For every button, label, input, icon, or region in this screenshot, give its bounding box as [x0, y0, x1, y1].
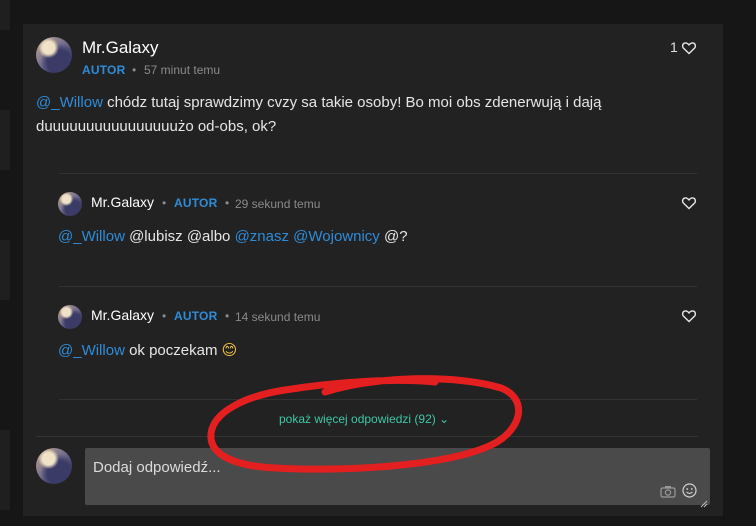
reply-placeholder: Dodaj odpowiedź... — [93, 459, 221, 476]
reply-body: @_Willow ok poczekam 😊 — [58, 338, 237, 363]
post-author-name[interactable]: Mr.Galaxy — [82, 38, 159, 58]
separator-dot: • — [225, 309, 230, 323]
reply-text: @lubisz @albo — [124, 228, 235, 245]
reply-text: ok poczekam — [124, 342, 222, 359]
reply-text: @? — [379, 228, 408, 245]
reply-input[interactable]: Dodaj odpowiedź... — [85, 448, 710, 508]
avatar — [36, 448, 72, 484]
background-panel-edge — [0, 430, 10, 510]
author-badge: AUTOR — [174, 196, 218, 210]
camera-icon[interactable] — [660, 485, 676, 498]
mention-link[interactable]: @_Willow — [58, 228, 125, 245]
reply-author-name[interactable]: Mr.Galaxy — [91, 307, 154, 323]
avatar[interactable] — [58, 192, 82, 216]
like-count: 1 — [670, 39, 678, 55]
resize-handle-icon[interactable] — [700, 495, 708, 508]
comment-card: Mr.Galaxy AUTOR • 57 minut temu 1 @_Will… — [23, 24, 723, 516]
reply-body: @_Willow @lubisz @albo @znasz @Wojownicy… — [58, 225, 408, 249]
background-panel-edge — [0, 110, 10, 170]
reply-timestamp: 14 sekund temu — [235, 310, 321, 324]
divider — [59, 286, 697, 287]
divider — [36, 436, 698, 437]
avatar[interactable] — [58, 305, 82, 329]
separator-dot: • — [225, 196, 230, 210]
mention-link[interactable]: @_Willow — [36, 94, 103, 111]
post-body: @_Willow chódz tutaj sprawdzimy cvzy sa … — [36, 91, 601, 139]
avatar[interactable] — [36, 37, 72, 73]
author-badge: AUTOR — [82, 63, 126, 77]
mention-link[interactable]: @_Willow — [58, 342, 125, 359]
reply-timestamp: 29 sekund temu — [235, 197, 321, 211]
post-text-line-1: chódz tutaj sprawdzimy cvzy sa takie oso… — [102, 94, 602, 111]
separator-dot: • — [162, 196, 167, 210]
smile-emoji-icon: 😊 — [221, 341, 238, 359]
author-badge: AUTOR — [174, 309, 218, 323]
post-timestamp: 57 minut temu — [144, 63, 221, 77]
separator-dot: • — [162, 309, 167, 323]
heart-icon[interactable] — [681, 195, 697, 211]
mention-link[interactable]: @Wojownicy — [293, 228, 380, 245]
mention-link[interactable]: @znasz — [235, 228, 289, 245]
background-panel-edge — [0, 0, 10, 30]
show-more-replies-link[interactable]: pokaż więcej odpowiedzi (92) ⌄ — [279, 412, 449, 426]
background-panel-edge — [0, 240, 10, 300]
post-text-line-2: duuuuuuuuuuuuuuuużo od-obs, ok? — [36, 118, 277, 135]
divider — [59, 173, 697, 174]
emoji-icon[interactable] — [682, 483, 697, 498]
reply-author-name[interactable]: Mr.Galaxy — [91, 194, 154, 210]
divider — [59, 399, 697, 400]
heart-icon[interactable] — [681, 308, 697, 324]
separator-dot: • — [132, 63, 137, 77]
heart-icon[interactable] — [681, 40, 697, 56]
